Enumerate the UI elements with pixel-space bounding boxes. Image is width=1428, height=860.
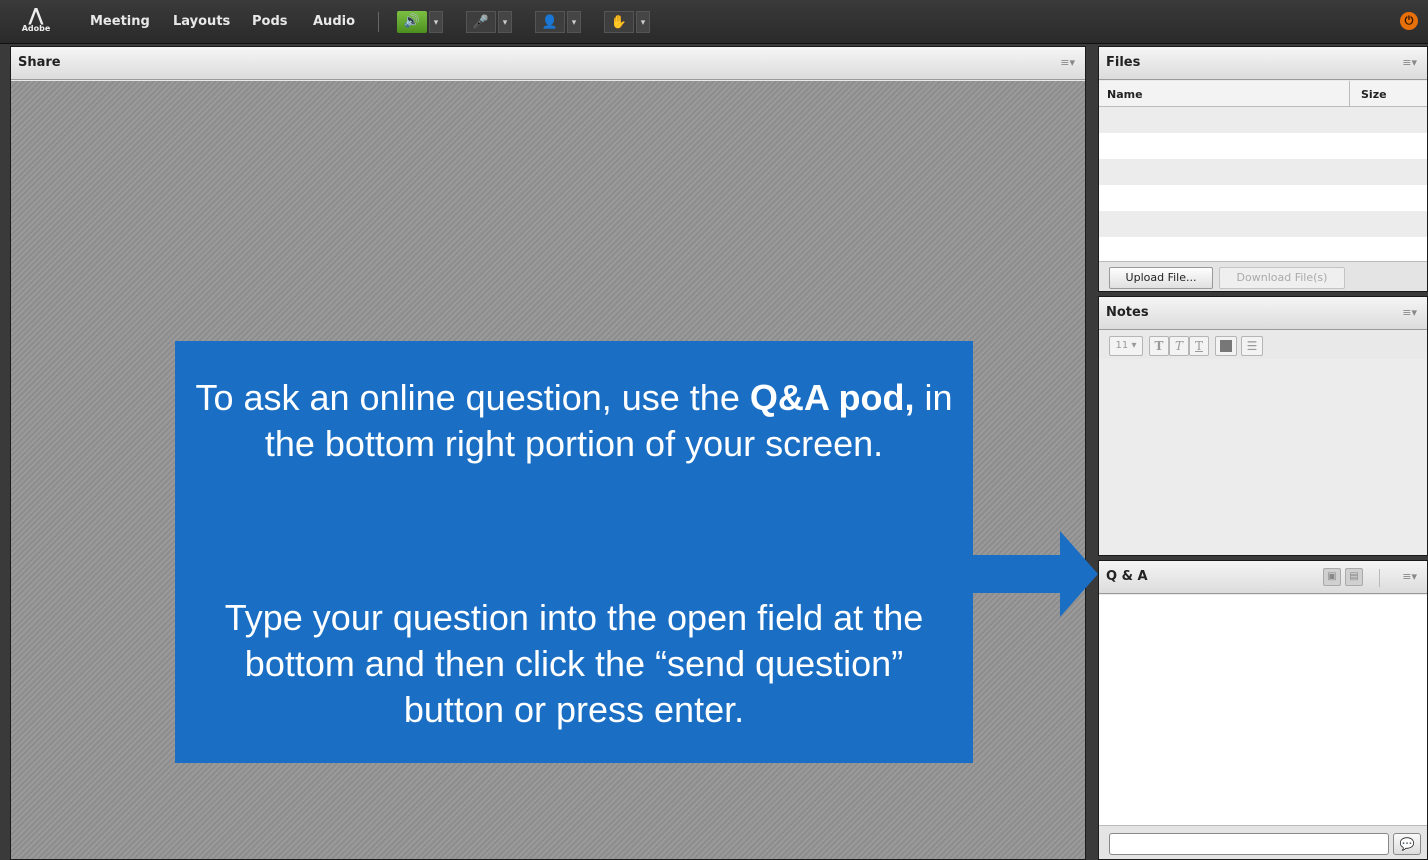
notes-pod-title: Notes <box>1106 305 1149 320</box>
qa-pod-title: Q & A <box>1106 569 1148 584</box>
font-size-select[interactable]: 11 ▾ <box>1109 336 1143 356</box>
list-icon[interactable]: ☰ <box>1241 336 1263 356</box>
pod-options-icon[interactable]: ≡▾ <box>1060 56 1075 69</box>
webcam-control[interactable]: 👤 ▾ <box>535 11 583 33</box>
send-question-icon[interactable]: 💬 <box>1393 833 1421 855</box>
italic-icon[interactable]: T <box>1169 336 1189 356</box>
menu-meeting[interactable]: Meeting <box>90 14 150 29</box>
pod-options-icon[interactable]: ≡▾ <box>1402 570 1417 583</box>
qa-footer: 💬 <box>1099 825 1427 859</box>
pod-options-icon[interactable]: ≡▾ <box>1402 306 1417 319</box>
share-pod-title: Share <box>18 55 61 70</box>
download-files-button[interactable]: Download File(s) <box>1219 267 1345 289</box>
files-pod-header: Files ≡▾ <box>1099 47 1427 80</box>
callout-bold-text: Q&A pod, <box>749 377 915 418</box>
table-row <box>1099 237 1427 263</box>
table-row <box>1099 133 1427 159</box>
files-pod-title: Files <box>1106 55 1141 70</box>
webcam-dropdown-icon[interactable]: ▾ <box>567 11 581 33</box>
qa-view-mine-icon[interactable]: ▤ <box>1345 568 1363 586</box>
power-icon[interactable]: ⏻ <box>1400 12 1418 30</box>
color-icon[interactable] <box>1215 336 1237 356</box>
microphone-icon[interactable]: 🎤 <box>466 11 496 33</box>
app-window: ⋀ Adobe Meeting Layouts Pods Audio 🔊 ▾ 🎤… <box>0 0 1428 860</box>
raise-hand-dropdown-icon[interactable]: ▾ <box>636 11 650 33</box>
bold-icon[interactable]: T <box>1149 336 1169 356</box>
qa-messages-area <box>1099 595 1427 825</box>
share-content-area: To ask an online question, use the Q&A p… <box>11 81 1085 859</box>
share-pod-header: Share ≡▾ <box>11 47 1085 80</box>
table-row <box>1099 159 1427 185</box>
column-divider[interactable] <box>1349 81 1350 107</box>
callout-paragraph-2: Type your question into the open field a… <box>224 597 924 730</box>
qa-view-all-icon[interactable]: ▣ <box>1323 568 1341 586</box>
pod-options-icon[interactable]: ≡▾ <box>1402 56 1417 69</box>
notes-toolbar: 11 ▾ T T T ☰ <box>1099 331 1427 359</box>
microphone-control[interactable]: 🎤 ▾ <box>466 11 514 33</box>
table-row <box>1099 211 1427 237</box>
files-table-header: Name Size <box>1099 81 1427 107</box>
notes-text-area[interactable] <box>1099 359 1427 555</box>
files-pod: Files ≡▾ Name Size Upload File... Downlo… <box>1098 46 1428 292</box>
table-row <box>1099 185 1427 211</box>
menu-audio[interactable]: Audio <box>313 14 355 29</box>
pointer-arrow-icon <box>972 531 1098 617</box>
column-name[interactable]: Name <box>1107 88 1143 101</box>
qa-pod-header: Q & A ▣ ▤ ≡▾ <box>1099 561 1427 594</box>
callout-text: To ask an online question, use the <box>195 377 750 418</box>
speaker-dropdown-icon[interactable]: ▾ <box>429 11 443 33</box>
underline-icon[interactable]: T <box>1189 336 1209 356</box>
files-footer: Upload File... Download File(s) <box>1099 261 1427 291</box>
webcam-icon[interactable]: 👤 <box>535 11 565 33</box>
table-row <box>1099 107 1427 133</box>
qa-pod: Q & A ▣ ▤ ≡▾ 💬 <box>1098 560 1428 860</box>
notes-pod-header: Notes ≡▾ <box>1099 297 1427 330</box>
qa-question-input[interactable] <box>1109 833 1389 855</box>
column-size[interactable]: Size <box>1361 88 1387 101</box>
adobe-logo: ⋀ Adobe <box>21 5 51 33</box>
menu-layouts[interactable]: Layouts <box>173 14 230 29</box>
microphone-dropdown-icon[interactable]: ▾ <box>498 11 512 33</box>
speaker-control[interactable]: 🔊 ▾ <box>397 11 445 33</box>
callout-paragraph-1: To ask an online question, use the Q&A p… <box>195 375 953 467</box>
raise-hand-icon[interactable]: ✋ <box>604 11 634 33</box>
menu-pods[interactable]: Pods <box>252 14 288 29</box>
notes-pod: Notes ≡▾ 11 ▾ T T T ☰ <box>1098 296 1428 556</box>
speaker-icon[interactable]: 🔊 <box>397 11 427 33</box>
share-pod: Share ≡▾ To ask an online question, use … <box>10 46 1086 860</box>
upload-file-button[interactable]: Upload File... <box>1109 267 1213 289</box>
raise-hand-control[interactable]: ✋ ▾ <box>604 11 652 33</box>
instruction-callout: To ask an online question, use the Q&A p… <box>175 341 973 763</box>
toolbar-divider <box>1379 569 1380 587</box>
menu-divider <box>378 12 379 32</box>
menu-bar: ⋀ Adobe Meeting Layouts Pods Audio 🔊 ▾ 🎤… <box>0 0 1428 44</box>
